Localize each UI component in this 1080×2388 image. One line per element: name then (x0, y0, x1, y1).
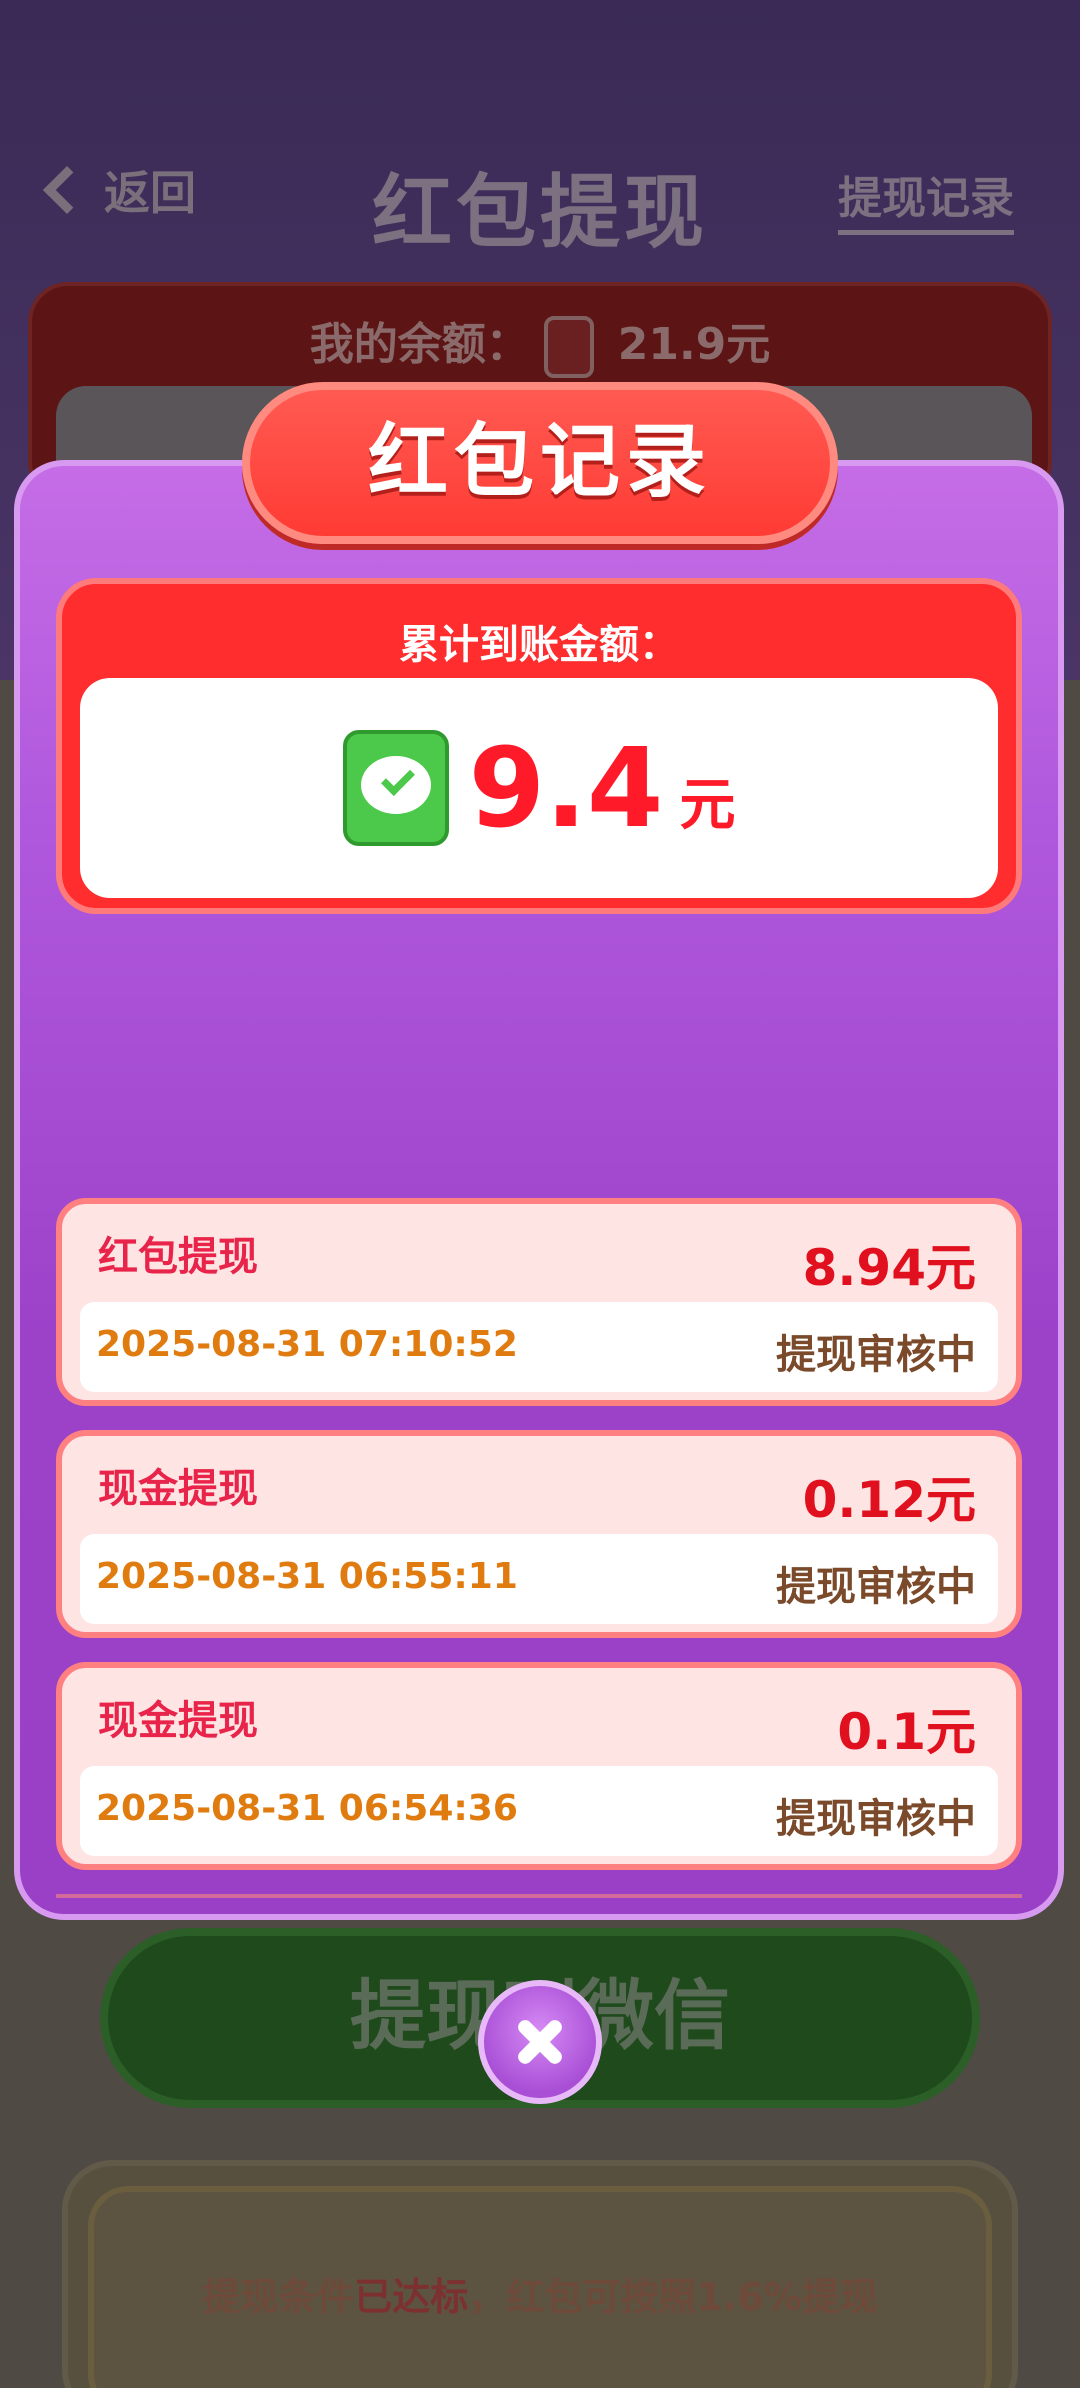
record-item: 现金提现 0.1元 2025-08-31 06:54:36 提现审核中 (56, 1662, 1022, 1870)
record-type: 现金提现 (98, 1698, 258, 1744)
withdraw-condition-note: 提现条件已达标，红包可按照1.6%提现 (68, 2266, 1012, 2321)
balance-row: 我的余额： 21.9元 (32, 308, 1048, 378)
record-status: 提现审核中 (776, 1564, 976, 1610)
withdraw-history-link[interactable]: 提现记录 (838, 162, 1014, 235)
record-status: 提现审核中 (776, 1332, 976, 1378)
modal-divider (56, 1894, 1022, 1898)
record-detail: 2025-08-31 07:10:52 提现审核中 (80, 1302, 998, 1392)
record-item: 现金提现 0.12元 2025-08-31 06:55:11 提现审核中 (56, 1430, 1022, 1638)
red-envelope-icon (543, 316, 594, 378)
record-status: 提现审核中 (776, 1796, 976, 1842)
wechat-icon (342, 730, 449, 846)
total-received-panel: 9.4 元 (80, 678, 998, 898)
record-type: 现金提现 (98, 1466, 258, 1512)
record-item: 红包提现 8.94元 2025-08-31 07:10:52 提现审核中 (56, 1198, 1022, 1406)
close-modal-button[interactable] (478, 1980, 602, 2104)
note-prefix: 提现条件 (202, 2275, 355, 2319)
note-suffix: ，红包可按照1.6%提现 (468, 2275, 878, 2319)
balance-label: 我的余额： (309, 319, 530, 370)
record-amount: 0.12元 (802, 1471, 976, 1529)
record-type: 红包提现 (98, 1234, 258, 1280)
note-highlight: 已达标 (354, 2275, 469, 2319)
modal-title: 红包记录 (242, 382, 838, 544)
record-detail: 2025-08-31 06:54:36 提现审核中 (80, 1766, 998, 1856)
header: 返回 红包提现 提现记录 (0, 130, 1080, 259)
record-time: 2025-08-31 06:54:36 (96, 1788, 518, 1829)
withdraw-condition-box: 提现条件已达标，红包可按照1.6%提现 (62, 2160, 1018, 2388)
record-time: 2025-08-31 06:55:11 (96, 1556, 518, 1597)
total-amount: 9.4 (468, 724, 664, 852)
record-time: 2025-08-31 07:10:52 (96, 1324, 518, 1365)
total-unit: 元 (679, 772, 736, 838)
total-received-label: 累计到账金额： (399, 622, 679, 668)
record-detail: 2025-08-31 06:55:11 提现审核中 (80, 1534, 998, 1624)
total-received-card: 累计到账金额： 9.4 元 (56, 578, 1022, 914)
record-amount: 0.1元 (837, 1703, 976, 1761)
balance-amount: 21.9元 (617, 319, 771, 370)
record-amount: 8.94元 (802, 1239, 976, 1297)
